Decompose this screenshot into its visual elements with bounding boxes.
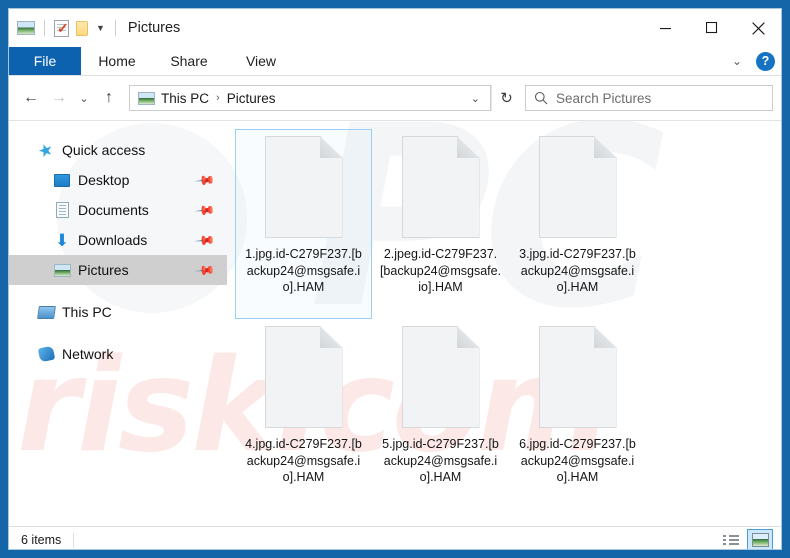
navigation-pane: ★ Quick access Desktop 📌 Documents 📌 ⬇ D… bbox=[9, 121, 227, 526]
desktop-icon bbox=[53, 171, 71, 189]
sidebar-item-this-pc[interactable]: This PC bbox=[9, 297, 227, 327]
ribbon-tab-bar: File Home Share View ⌄ ? bbox=[9, 47, 781, 76]
ribbon-controls: ⌄ ? bbox=[728, 47, 775, 75]
recent-locations-caret-icon[interactable]: ⌄ bbox=[73, 84, 95, 112]
breadcrumb-separator-icon: › bbox=[216, 92, 220, 104]
sidebar-label-network: Network bbox=[62, 346, 114, 362]
file-name: 1.jpg.id-C279F237.[backup24@msgsafe.io].… bbox=[245, 247, 362, 294]
sidebar-label-downloads: Downloads bbox=[78, 232, 148, 248]
file-name: 6.jpg.id-C279F237.[backup24@msgsafe.io].… bbox=[519, 437, 636, 484]
blank-file-icon bbox=[264, 136, 343, 238]
file-explorer-window: ▼ Pictures File Home Share View bbox=[8, 8, 782, 550]
sidebar-item-downloads[interactable]: ⬇ Downloads 📌 bbox=[9, 225, 227, 255]
maximize-button[interactable] bbox=[689, 9, 735, 47]
search-icon bbox=[526, 91, 556, 105]
forward-button[interactable]: → bbox=[45, 84, 73, 112]
details-view-button[interactable] bbox=[718, 529, 744, 549]
download-arrow-icon: ⬇ bbox=[54, 230, 70, 250]
sidebar-label-desktop: Desktop bbox=[78, 172, 130, 188]
file-item[interactable]: 5.jpg.id-C279F237.[backup24@msgsafe.io].… bbox=[372, 319, 509, 509]
tab-view[interactable]: View bbox=[225, 47, 297, 75]
pin-icon[interactable]: 📌 bbox=[194, 229, 216, 251]
address-bar[interactable]: This PC › Pictures ⌄ bbox=[129, 85, 491, 111]
address-bar-row: ← → ⌄ ↑ This PC › Pictures ⌄ ↻ Search Pi… bbox=[9, 76, 781, 120]
star-icon: ★ bbox=[35, 138, 57, 162]
file-list-view: 1.jpg.id-C279F237.[backup24@msgsafe.io].… bbox=[227, 121, 781, 526]
breadcrumb-pictures[interactable]: Pictures bbox=[227, 91, 276, 106]
sidebar-item-pictures[interactable]: Pictures 📌 bbox=[9, 255, 227, 285]
sidebar-item-documents[interactable]: Documents 📌 bbox=[9, 195, 227, 225]
blank-file-icon bbox=[538, 326, 617, 428]
quick-access-toolbar: ▼ bbox=[9, 19, 105, 37]
pictures-icon bbox=[53, 261, 71, 279]
tab-share[interactable]: Share bbox=[153, 47, 225, 75]
search-placeholder: Search Pictures bbox=[556, 90, 652, 106]
title-divider bbox=[114, 20, 116, 36]
minimize-button[interactable] bbox=[643, 9, 689, 47]
file-name: 5.jpg.id-C279F237.[backup24@msgsafe.io].… bbox=[382, 437, 499, 484]
desktop-background: ▼ Pictures File Home Share View bbox=[0, 0, 790, 558]
breadcrumb-this-pc[interactable]: This PC bbox=[161, 91, 209, 106]
pin-icon[interactable]: 📌 bbox=[194, 169, 216, 191]
file-name: 2.jpeg.id-C279F237.[backup24@msgsafe.io]… bbox=[379, 247, 502, 294]
pin-icon[interactable]: 📌 bbox=[194, 199, 216, 221]
file-item[interactable]: 1.jpg.id-C279F237.[backup24@msgsafe.io].… bbox=[235, 129, 372, 319]
network-icon bbox=[37, 345, 55, 363]
this-pc-icon bbox=[36, 303, 56, 321]
status-divider bbox=[73, 532, 75, 548]
item-count-label: 6 items bbox=[21, 533, 62, 547]
address-pictures-icon bbox=[138, 91, 155, 105]
close-button[interactable] bbox=[735, 9, 781, 47]
large-icons-view-button[interactable] bbox=[747, 529, 773, 549]
blank-file-icon bbox=[538, 136, 617, 238]
pin-icon[interactable]: 📌 bbox=[194, 259, 216, 281]
customize-caret-icon[interactable]: ▼ bbox=[96, 23, 105, 33]
status-bar: 6 items bbox=[9, 526, 781, 549]
window-controls bbox=[643, 9, 781, 47]
properties-icon[interactable] bbox=[54, 19, 69, 37]
view-mode-buttons bbox=[718, 529, 773, 549]
sidebar-item-quick-access[interactable]: ★ Quick access bbox=[9, 135, 227, 165]
help-icon[interactable]: ? bbox=[756, 51, 775, 71]
file-name: 3.jpg.id-C279F237.[backup24@msgsafe.io].… bbox=[519, 247, 636, 294]
address-dropdown-icon[interactable]: ⌄ bbox=[471, 92, 486, 105]
blank-file-icon bbox=[264, 326, 343, 428]
sidebar-item-desktop[interactable]: Desktop 📌 bbox=[9, 165, 227, 195]
sidebar-label-quick-access: Quick access bbox=[62, 142, 146, 158]
title-bar: ▼ Pictures bbox=[9, 9, 781, 47]
pictures-icon[interactable] bbox=[17, 21, 35, 35]
up-button[interactable]: ↑ bbox=[95, 84, 123, 112]
search-box[interactable]: Search Pictures bbox=[525, 85, 773, 111]
window-title: Pictures bbox=[127, 20, 181, 36]
sidebar-item-network[interactable]: Network bbox=[9, 339, 227, 369]
sidebar-label-documents: Documents bbox=[78, 202, 149, 218]
large-icons-view-icon bbox=[751, 533, 769, 547]
explorer-body: PC risk.com ★ Quick access Desktop 📌 Doc… bbox=[9, 120, 781, 526]
tab-file[interactable]: File bbox=[9, 47, 81, 75]
file-item[interactable]: 2.jpeg.id-C279F237.[backup24@msgsafe.io]… bbox=[372, 129, 509, 319]
refresh-button[interactable]: ↻ bbox=[491, 85, 521, 111]
details-view-icon bbox=[723, 534, 739, 547]
sidebar-label-pictures: Pictures bbox=[78, 262, 129, 278]
file-item[interactable]: 6.jpg.id-C279F237.[backup24@msgsafe.io].… bbox=[509, 319, 646, 509]
tab-home[interactable]: Home bbox=[81, 47, 153, 75]
file-name: 4.jpg.id-C279F237.[backup24@msgsafe.io].… bbox=[245, 437, 362, 484]
blank-file-icon bbox=[401, 326, 480, 428]
toolbar-divider bbox=[44, 20, 45, 36]
blank-file-icon bbox=[401, 136, 480, 238]
file-item[interactable]: 3.jpg.id-C279F237.[backup24@msgsafe.io].… bbox=[509, 129, 646, 319]
back-button[interactable]: ← bbox=[17, 84, 45, 112]
document-icon bbox=[53, 201, 71, 219]
new-folder-icon[interactable] bbox=[76, 20, 88, 36]
chevron-down-icon[interactable]: ⌄ bbox=[728, 54, 746, 68]
file-item[interactable]: 4.jpg.id-C279F237.[backup24@msgsafe.io].… bbox=[235, 319, 372, 509]
sidebar-label-this-pc: This PC bbox=[62, 304, 112, 320]
file-grid: 1.jpg.id-C279F237.[backup24@msgsafe.io].… bbox=[235, 129, 781, 509]
